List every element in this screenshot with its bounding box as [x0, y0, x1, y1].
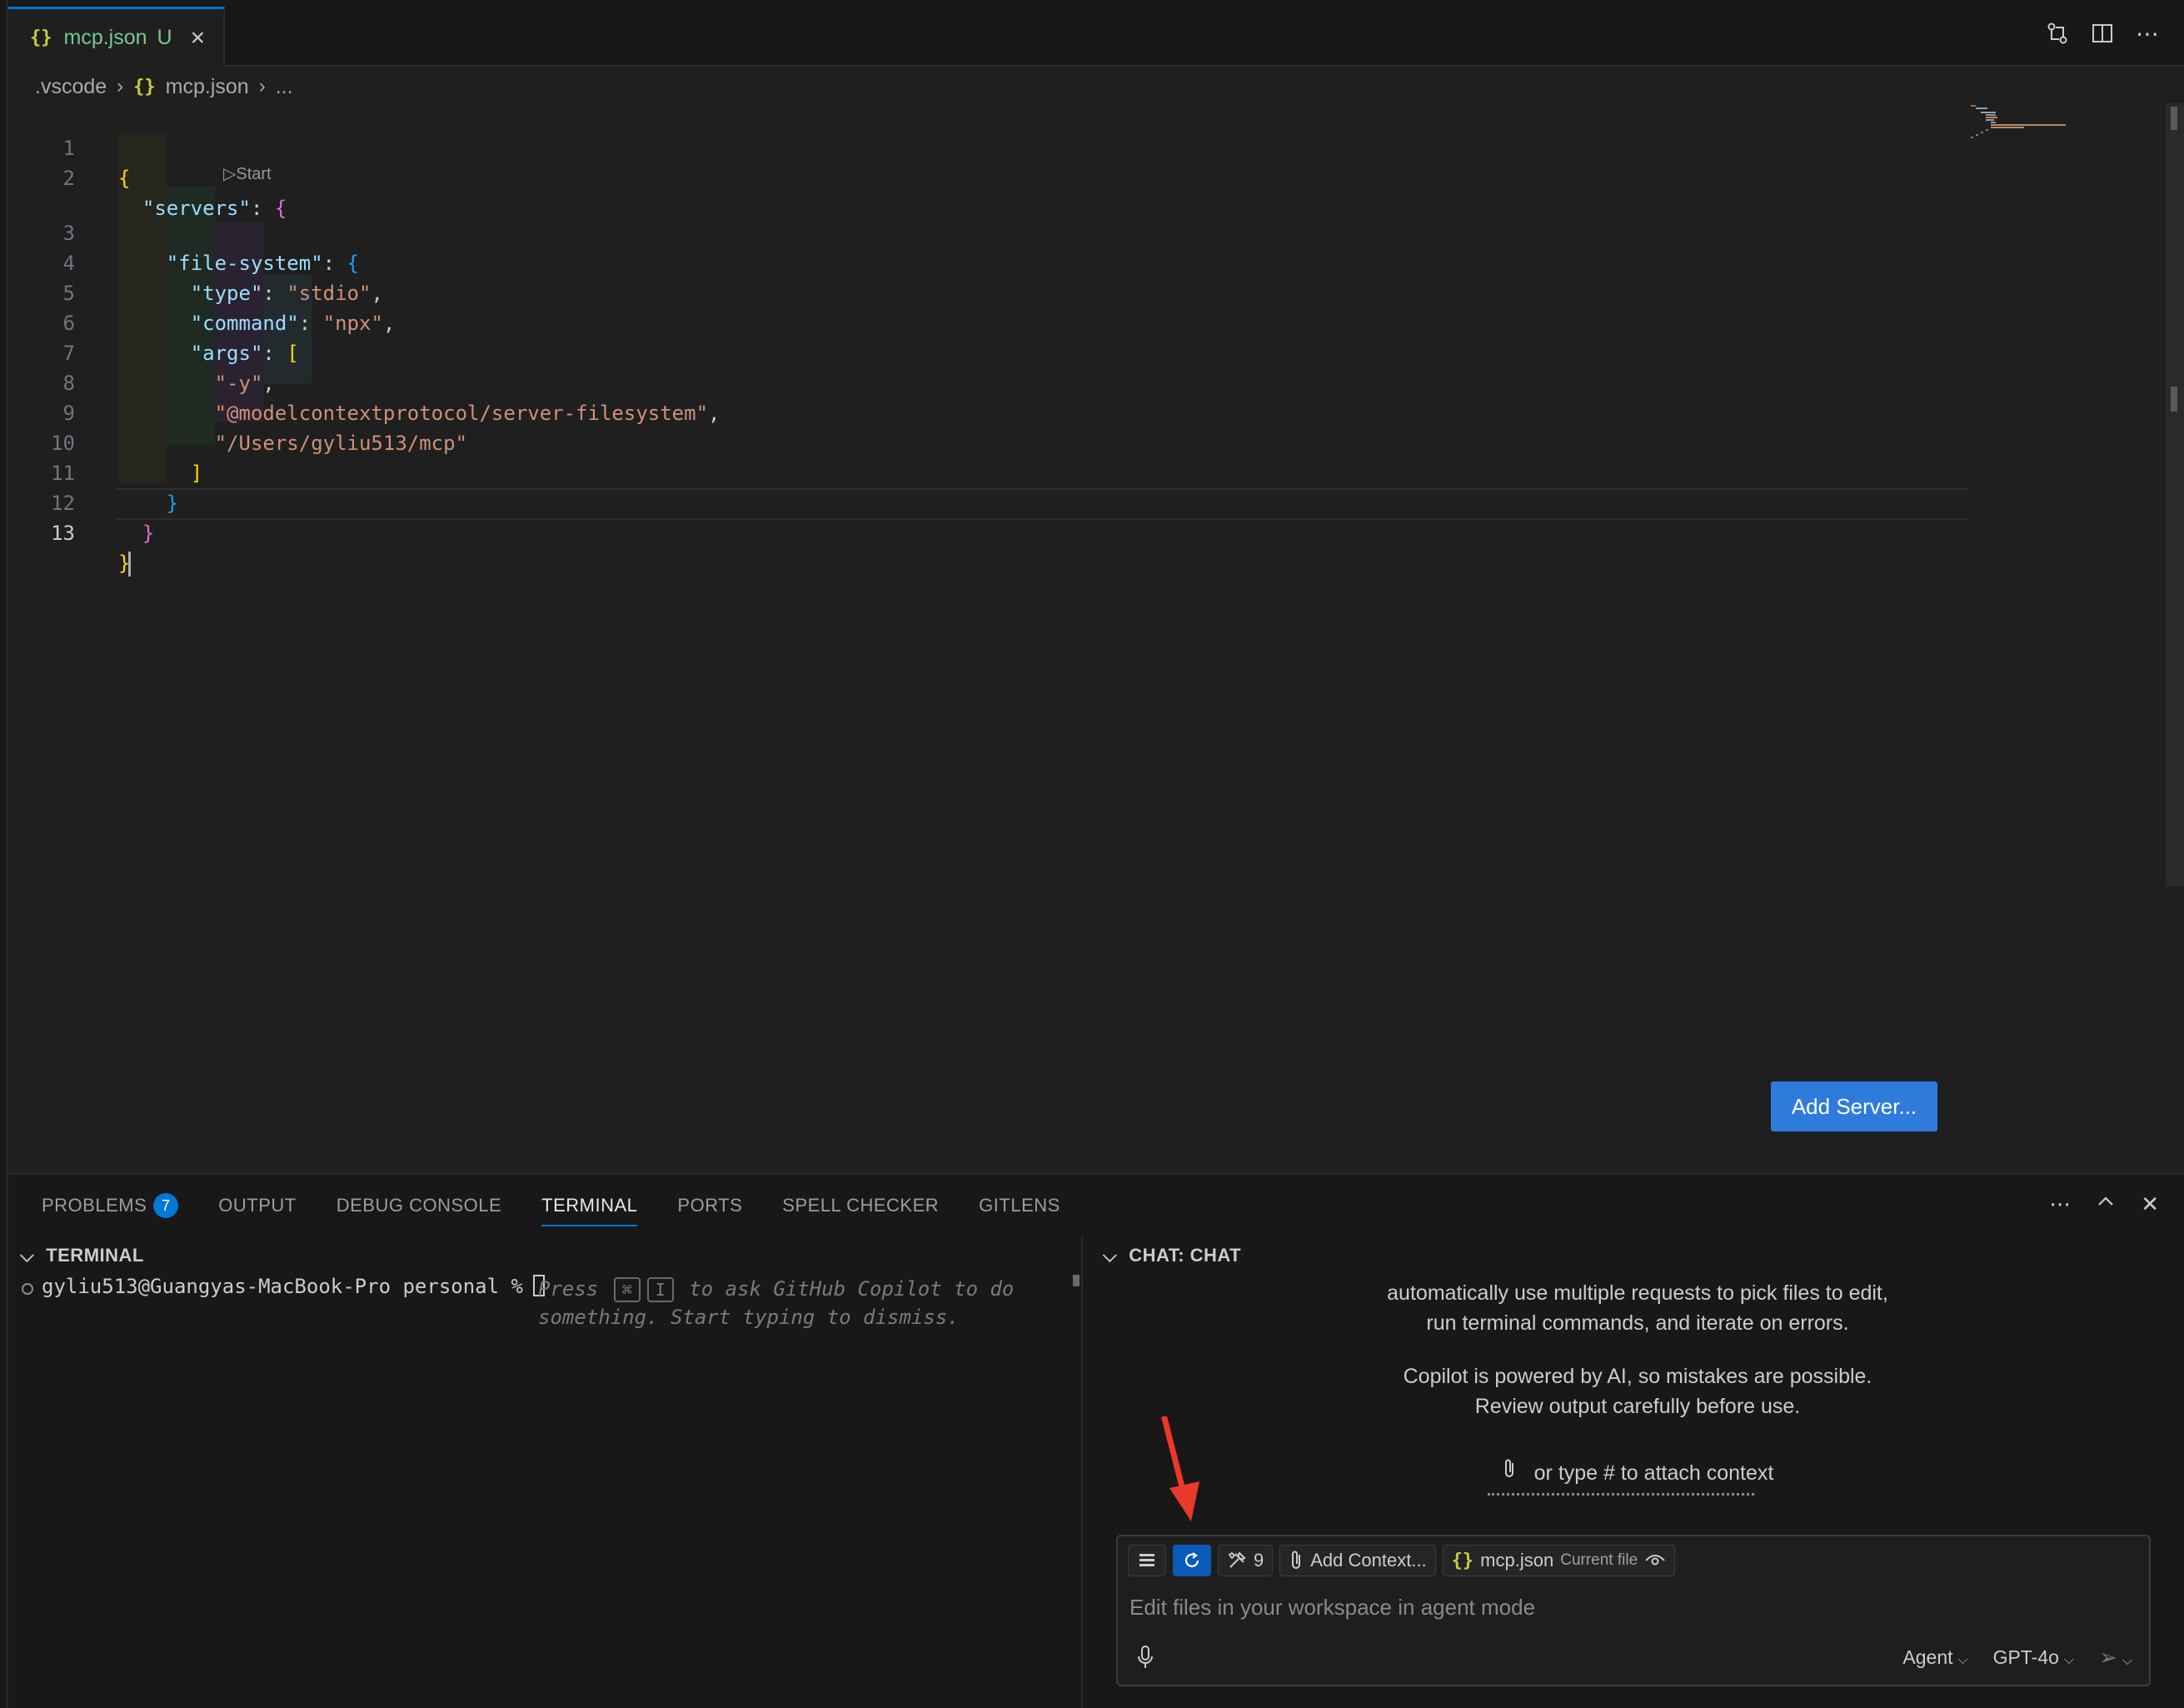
code-line: 11 } [51, 462, 179, 515]
attach-context-hint: or type # to attach context [1091, 1458, 2184, 1486]
chat-toolbar: 9 Add Context... {} mcp.json Current fil… [1128, 1545, 1676, 1576]
current-file-chip[interactable]: {} mcp.json Current file [1442, 1545, 1676, 1576]
chevron-right-icon: › [258, 75, 266, 97]
chat-welcome-text: automatically use multiple requests to p… [1387, 1281, 1888, 1335]
chat-header[interactable]: ⌵ CHAT: CHAT [1091, 1236, 1241, 1275]
json-file-icon: {} [133, 76, 156, 97]
tab-untracked-status: U [157, 26, 172, 49]
tab-label: mcp.json [63, 26, 147, 49]
code-line: 13 } [51, 522, 132, 577]
tab-debug-console[interactable]: DEBUG CONSOLE [337, 1175, 501, 1236]
minimap[interactable] [1964, 103, 2081, 153]
maximize-panel-icon[interactable] [2096, 1191, 2116, 1217]
cmd-key: ⌘ [613, 1277, 641, 1302]
code-line: 6 "args": [ [62, 312, 299, 365]
chevron-right-icon: › [117, 75, 124, 97]
tools-button[interactable]: 9 [1218, 1545, 1274, 1576]
json-file-icon: {} [1451, 1550, 1474, 1571]
add-server-button[interactable]: Add Server... [1771, 1081, 1937, 1131]
scroll-thumb[interactable] [2171, 107, 2177, 130]
code-line: 2 "servers": { [62, 167, 287, 220]
terminal-header[interactable]: ⌵ TERMINAL [8, 1236, 1091, 1275]
i-key: I [646, 1277, 674, 1302]
split-editor-icon[interactable] [2089, 20, 2116, 47]
code-line: 5 "command": "npx", [62, 282, 396, 335]
tab-terminal[interactable]: TERMINAL [541, 1175, 638, 1236]
terminal-prompt: gyliu513@Guangyas-MacBook-Pro personal % [42, 1275, 523, 1298]
clipped-text [1488, 1486, 1754, 1501]
chevron-down-icon[interactable]: ⌵ [1103, 1245, 1117, 1266]
terminal-prompt-line: gyliu513@Guangyas-MacBook-Pro personal % [22, 1275, 556, 1298]
code-line: 12 } [51, 492, 155, 545]
code-line: 4 "type": "stdio", [62, 252, 383, 305]
working-set-button[interactable] [1128, 1545, 1166, 1576]
editor-actions: ⋯ [2044, 20, 2161, 47]
tools-icon [1228, 1551, 1246, 1568]
refresh-tools-button[interactable] [1173, 1545, 1211, 1576]
tab-output[interactable]: OUTPUT [218, 1175, 296, 1236]
paperclip-icon [1502, 1458, 1517, 1486]
chevron-down-icon: ⌵ [2063, 1653, 2075, 1667]
chevron-down-icon: ⌵ [1957, 1653, 1968, 1667]
list-icon [1139, 1554, 1154, 1566]
close-panel-icon[interactable]: ✕ [2141, 1191, 2159, 1217]
model-picker[interactable]: GPT-4o ⌵ [1993, 1646, 2074, 1669]
tab-spell-checker[interactable]: SPELL CHECKER [782, 1175, 939, 1236]
chat-input-box[interactable]: 9 Add Context... {} mcp.json Current fil… [1116, 1535, 2151, 1686]
add-context-button[interactable]: Add Context... [1279, 1545, 1436, 1576]
terminal-scrollbar[interactable] [1073, 1275, 1080, 1286]
breadcrumb-symbols[interactable]: ... [276, 75, 293, 99]
tab-gitlens[interactable]: GITLENS [979, 1175, 1060, 1236]
editor-scrollbar[interactable] [2166, 103, 2184, 886]
refresh-icon [1184, 1552, 1199, 1567]
chat-disclaimer: Copilot is powered by AI, so mistakes ar… [1403, 1365, 1872, 1418]
chat-input-controls: Agent ⌵ GPT-4o ⌵ ➢ ⌵ [1902, 1645, 2132, 1671]
code-line: 7 "-y", [62, 342, 275, 395]
chat-view: ⌵ CHAT: CHAT automatically use multiple … [1091, 1236, 2184, 1708]
problems-count-badge: 7 [153, 1193, 179, 1218]
json-file-icon: {} [30, 27, 52, 48]
close-icon[interactable]: × [191, 25, 206, 51]
panel-actions: ⋯ ✕ [2049, 1191, 2159, 1217]
activity-edge [0, 0, 8, 1708]
prompt-status-icon [22, 1283, 33, 1295]
chat-input-placeholder[interactable]: Edit files in your workspace in agent mo… [1129, 1595, 1535, 1621]
tab-ports[interactable]: PORTS [677, 1175, 742, 1236]
editor-tab-bar: {} mcp.json U × ⋯ [8, 0, 2184, 67]
more-actions-icon[interactable]: ⋯ [2134, 20, 2161, 47]
tools-count: 9 [1254, 1550, 1264, 1571]
code-editor[interactable]: 1 { 2 "servers": { ▷Start 3 "file-system… [8, 103, 2184, 1173]
breadcrumb-file[interactable]: mcp.json [166, 75, 249, 99]
bottom-panel: PROBLEMS 7 OUTPUT DEBUG CONSOLE TERMINAL… [8, 1173, 2184, 1708]
paperclip-icon [1292, 1551, 1301, 1569]
code-line: 8 "@modelcontextprotocol/server-filesyst… [62, 372, 721, 425]
code-line: 1 { [62, 137, 131, 190]
text-cursor [128, 552, 132, 577]
breadcrumb: .vscode › {} mcp.json › ... [35, 70, 293, 103]
red-arrow-annotation [1161, 1416, 1199, 1521]
eye-icon [1645, 1555, 1665, 1566]
codelens-start-server[interactable]: ▷Start [223, 163, 272, 184]
compare-changes-icon[interactable] [2044, 20, 2071, 47]
microphone-icon[interactable] [1136, 1645, 1154, 1676]
code-line: 10 ] [51, 432, 203, 485]
code-line: 3 "file-system": { [62, 222, 359, 275]
mode-picker[interactable]: Agent ⌵ [1902, 1646, 1967, 1669]
panel-divider[interactable] [1081, 1236, 1083, 1708]
panel-tabs: PROBLEMS 7 OUTPUT DEBUG CONSOLE TERMINAL… [42, 1175, 1060, 1236]
breadcrumb-folder[interactable]: .vscode [35, 75, 107, 99]
chevron-down-icon[interactable]: ⌵ [20, 1245, 34, 1266]
terminal-copilot-hint: Press ⌘ I to ask GitHub Copilot to do som… [538, 1277, 1015, 1329]
tab-mcp-json[interactable]: {} mcp.json U × [8, 7, 225, 67]
scroll-marker [2171, 387, 2177, 412]
tab-problems[interactable]: PROBLEMS 7 [42, 1175, 179, 1236]
more-actions-icon[interactable]: ⋯ [2049, 1191, 2071, 1217]
terminal[interactable]: gyliu513@Guangyas-MacBook-Pro personal %… [8, 1275, 1076, 1708]
send-icon[interactable]: ➢ ⌵ [2099, 1645, 2132, 1671]
code-line: 9 "/Users/gyliu513/mcp" [62, 402, 468, 455]
